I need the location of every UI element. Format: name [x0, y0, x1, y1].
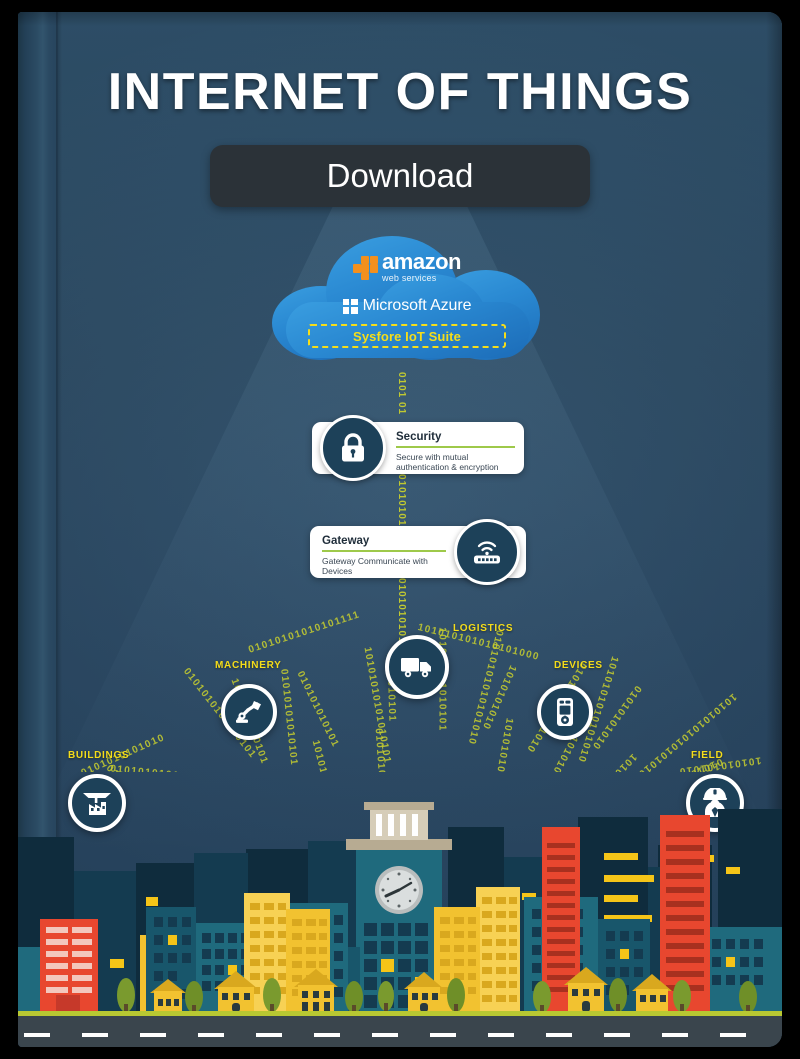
gateway-card-description: Gateway Communicate with Devices: [322, 555, 428, 577]
binary-spine-1: 0101: [396, 372, 407, 399]
aws-cubes-icon: [353, 256, 379, 280]
city-skyline: [18, 797, 782, 1047]
sysfore-iot-suite-badge: Sysfore IoT Suite: [308, 324, 506, 348]
aws-wordmark-subtitle: web services: [382, 273, 437, 283]
security-card-description: Secure with mutual authentication & encr…: [396, 451, 499, 473]
screenshot-stage: INTERNET OF THINGS Download amazon web s…: [0, 0, 800, 1059]
book-top-edge: [18, 12, 782, 26]
hub-devices[interactable]: DEVICES: [537, 660, 602, 740]
router-icon: [454, 519, 520, 585]
download-button-label: Download: [326, 157, 474, 194]
azure-logo: Microsoft Azure: [272, 297, 542, 315]
binary-spine-3: 0101010101: [396, 578, 407, 644]
security-card-title: Security: [396, 431, 442, 443]
hub-buildings-label: BUILDINGS: [68, 750, 130, 761]
azure-label: Microsoft Azure: [362, 297, 472, 314]
gateway-card-title: Gateway: [322, 535, 370, 547]
page-title: INTERNET OF THINGS: [107, 63, 693, 121]
hub-logistics-label: LOGISTICS: [453, 623, 514, 634]
truck-icon: [385, 635, 449, 699]
hub-field-label: FIELD: [691, 750, 724, 761]
download-button[interactable]: Download: [210, 145, 590, 207]
binary-spine-4: 01: [396, 402, 407, 416]
device-icon: [537, 684, 593, 740]
security-card[interactable]: Security Secure with mutual authenticati…: [312, 415, 524, 481]
security-card-text: Security Secure with mutual authenticati…: [396, 431, 515, 473]
security-card-divider: [396, 446, 515, 448]
hub-machinery-label: MACHINERY: [215, 660, 282, 671]
gateway-card-text: Gateway Gateway Communicate with Devices: [322, 535, 446, 577]
hub-machinery[interactable]: MACHINERY: [215, 660, 281, 740]
ebook-cover: INTERNET OF THINGS Download amazon web s…: [18, 12, 782, 1047]
hub-logistics[interactable]: LOGISTICS: [385, 623, 513, 699]
sysfore-label: Sysfore IoT Suite: [353, 328, 461, 344]
hub-devices-label: DEVICES: [554, 660, 603, 671]
gateway-card-divider: [322, 550, 446, 552]
aws-logo: amazon web services: [272, 249, 542, 283]
robot-arm-icon: [221, 684, 277, 740]
cloud-platform-group: amazon web services Microsoft Azure Sysf…: [272, 234, 542, 370]
aws-wordmark-name: amazon: [382, 249, 461, 274]
lock-icon: [320, 415, 386, 481]
gateway-card[interactable]: Gateway Gateway Communicate with Devices: [310, 519, 526, 585]
windows-icon: [342, 298, 358, 314]
